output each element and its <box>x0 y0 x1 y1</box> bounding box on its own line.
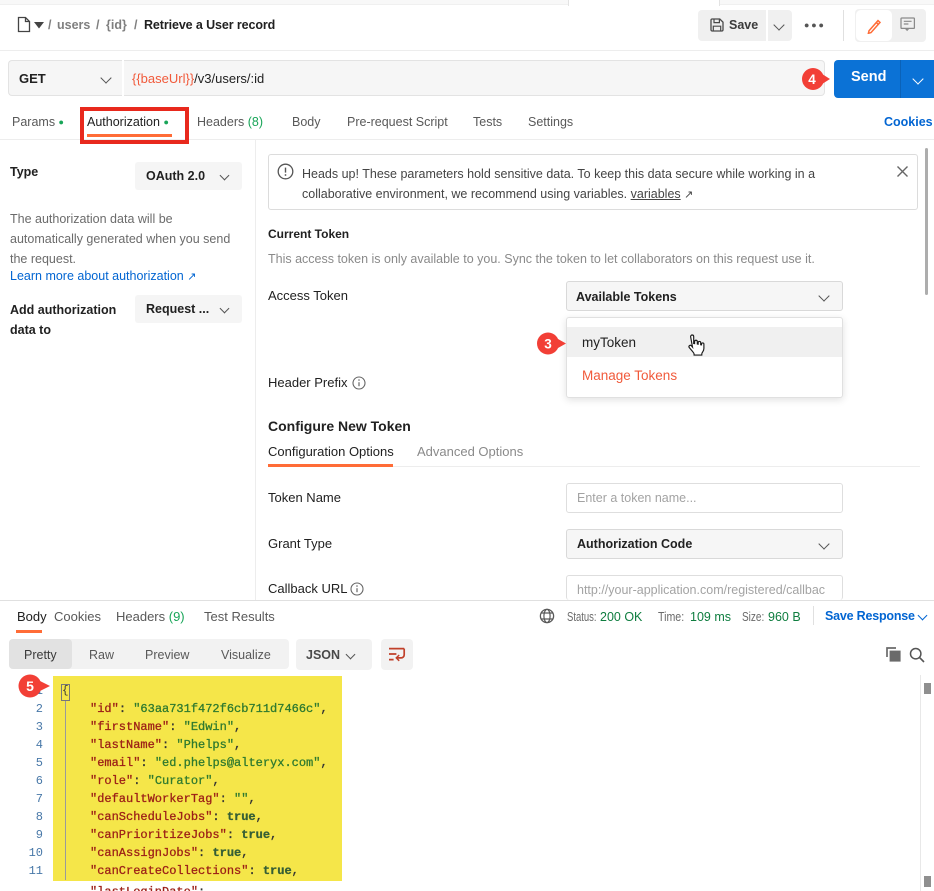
svg-text:5: 5 <box>26 678 34 694</box>
svg-text:3: 3 <box>544 337 552 352</box>
svg-text:4: 4 <box>808 72 816 87</box>
